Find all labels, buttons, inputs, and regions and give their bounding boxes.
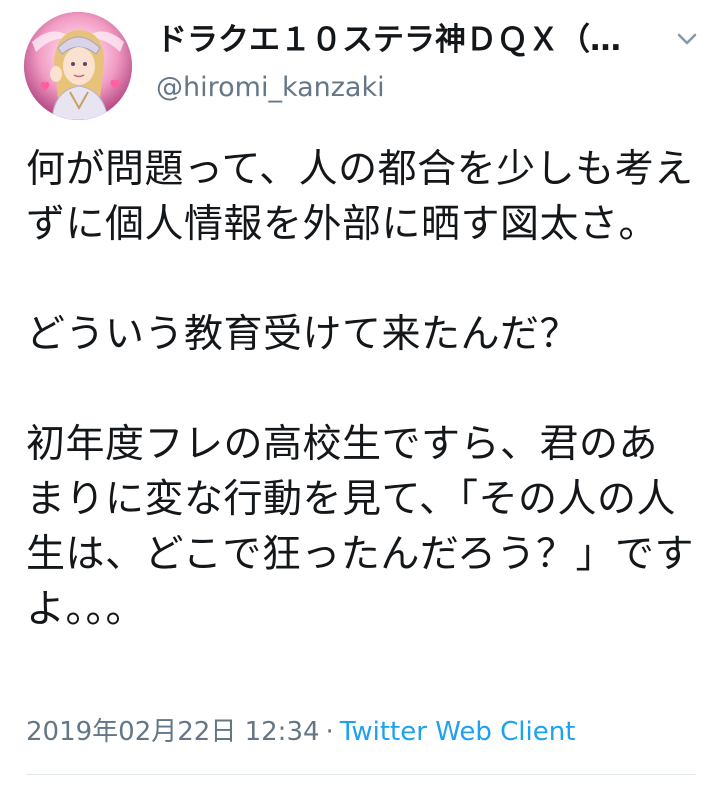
author-name[interactable]: ドラクエ１０ステラ神ＤＱＸ（熊… [156, 20, 644, 60]
chevron-down-icon [677, 33, 697, 45]
avatar-icon [24, 12, 132, 120]
avatar[interactable] [24, 12, 132, 120]
tweet-client-link[interactable]: Twitter Web Client [340, 717, 576, 747]
tweet-meta: 2019年02月22日 12:34 · Twitter Web Client [26, 714, 575, 750]
tweet-text: 何が問題って、人の都合を少しも考えずに個人情報を外部に晒す図太さ。 どういう教育… [26, 147, 694, 632]
tweet-timestamp[interactable]: 2019年02月22日 12:34 [26, 717, 320, 747]
author-handle[interactable]: @hiromi_kanzaki [156, 70, 385, 106]
divider [26, 774, 696, 775]
meta-separator: · [325, 717, 334, 747]
tweet-menu-button[interactable] [672, 24, 702, 54]
tweet-card: ドラクエ１０ステラ神ＤＱＸ（熊… @hiromi_kanzaki 何が問題って、… [0, 0, 720, 801]
